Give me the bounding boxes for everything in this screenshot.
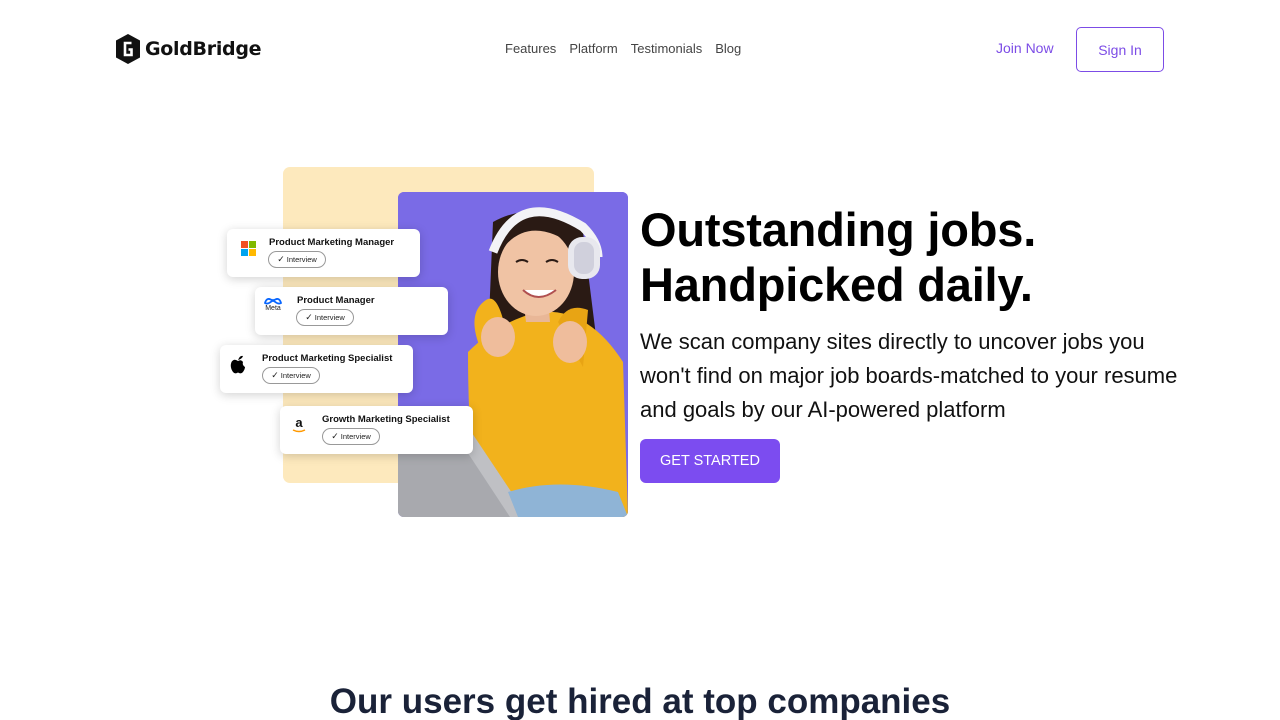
meta-icon: Meta xyxy=(261,295,285,313)
meta-label: Meta xyxy=(265,305,281,312)
nav-features[interactable]: Features xyxy=(505,41,556,56)
status-label: Interview xyxy=(314,313,345,322)
main-nav: Features Platform Testimonials Blog xyxy=(505,41,741,56)
status-badge: ✓ Interview xyxy=(296,309,354,326)
amazon-icon: a xyxy=(290,416,308,434)
job-card[interactable]: Product Marketing Specialist ✓ Interview xyxy=(220,345,413,393)
headline-line-2: Handpicked daily. xyxy=(640,258,1033,311)
goldbridge-logo-icon xyxy=(116,34,140,64)
status-label: Interview xyxy=(280,371,311,380)
apple-icon xyxy=(229,355,247,373)
check-icon: ✓ xyxy=(271,370,279,380)
microsoft-icon xyxy=(239,239,257,257)
companies-section-title: Our users get hired at top companies xyxy=(329,682,951,720)
check-icon: ✓ xyxy=(277,254,285,264)
nav-blog[interactable]: Blog xyxy=(715,41,741,56)
status-badge: ✓ Interview xyxy=(268,251,326,268)
brand-logo[interactable]: GoldBridge xyxy=(116,34,262,64)
job-card[interactable]: a Growth Marketing Specialist ✓ Intervie… xyxy=(280,406,473,454)
status-label: Interview xyxy=(340,432,371,441)
status-badge: ✓ Interview xyxy=(262,367,320,384)
job-card[interactable]: Meta Product Manager ✓ Interview xyxy=(255,287,448,335)
job-title: Product Manager xyxy=(297,295,375,306)
join-now-link[interactable]: Join Now xyxy=(996,40,1054,56)
headline-line-1: Outstanding jobs. xyxy=(640,203,1037,256)
status-label: Interview xyxy=(286,255,317,264)
hero-headline: Outstanding jobs. Handpicked daily. xyxy=(640,202,1036,312)
check-icon: ✓ xyxy=(331,431,339,441)
hero-subtext: We scan company sites directly to uncove… xyxy=(640,329,1178,422)
nav-testimonials[interactable]: Testimonials xyxy=(631,41,703,56)
job-title: Product Marketing Manager xyxy=(269,237,395,248)
hero-photo xyxy=(398,192,628,517)
nav-platform[interactable]: Platform xyxy=(569,41,617,56)
brand-name: GoldBridge xyxy=(145,38,262,60)
sign-in-button[interactable]: Sign In xyxy=(1076,27,1164,72)
job-title: Growth Marketing Specialist xyxy=(322,414,450,425)
check-icon: ✓ xyxy=(305,312,313,322)
job-card[interactable]: Product Marketing Manager ✓ Interview xyxy=(227,229,420,277)
status-badge: ✓ Interview xyxy=(322,428,380,445)
get-started-button[interactable]: GET STARTED xyxy=(640,439,780,483)
job-title: Product Marketing Specialist xyxy=(262,353,393,364)
